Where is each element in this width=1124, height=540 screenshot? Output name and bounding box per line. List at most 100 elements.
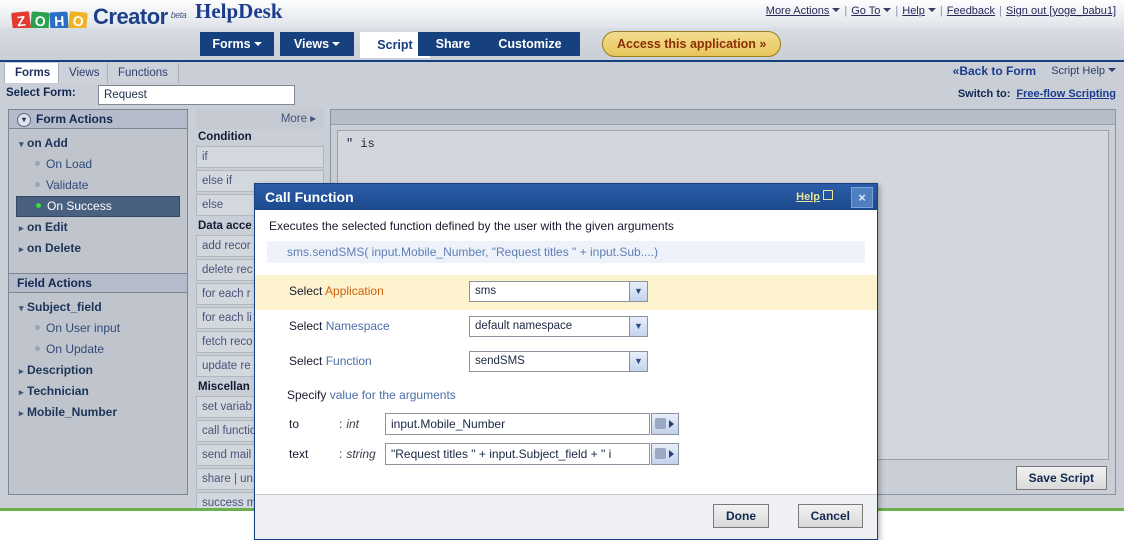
argument-value-input-to[interactable]: input.Mobile_Number — [385, 413, 650, 435]
chevron-down-icon[interactable]: ▼ — [629, 317, 647, 336]
sidebar-item-on-load[interactable]: On Load — [9, 154, 187, 175]
tab-share[interactable]: Share — [418, 32, 488, 56]
chevron-down-icon[interactable] — [832, 8, 841, 12]
dialog-title: Call Function — [265, 189, 354, 205]
item-label: On User input — [46, 321, 121, 335]
switch-to-label: Switch to: — [957, 88, 1011, 100]
back-to-form-link[interactable]: «Back to Form — [953, 64, 1036, 78]
cancel-button[interactable]: Cancel — [797, 504, 863, 528]
application-value: sms — [475, 285, 497, 297]
chevron-down-icon[interactable]: ▼ — [629, 352, 647, 371]
field-actions-title: Field Actions — [17, 276, 92, 290]
tab-forms[interactable]: Forms — [200, 32, 274, 56]
node-label: Technician — [27, 384, 89, 398]
node-label: on Delete — [27, 241, 82, 255]
node-label: on Edit — [27, 220, 68, 234]
collapsed-arrow-icon: ▸ — [19, 408, 24, 418]
sidebar-node-subject-field[interactable]: ▾ Subject_field — [9, 297, 187, 318]
link-sign-out[interactable]: Sign out [yoge_babu1] — [1006, 5, 1116, 17]
argument-name: to — [289, 417, 300, 431]
sidebar-item-validate[interactable]: Validate — [9, 175, 187, 196]
switch-to-group: Switch to: Free-flow Scripting — [958, 88, 1116, 100]
argument-picker-button-to[interactable] — [651, 413, 679, 435]
palette-more-button[interactable]: More ▸ — [196, 109, 324, 129]
subtab-functions[interactable]: Functions — [107, 63, 179, 83]
argument-row-to: to : int input.Mobile_Number — [255, 410, 877, 440]
bullet-icon — [35, 182, 40, 187]
link-go-to[interactable]: Go To — [851, 5, 880, 17]
dialog-footer: Done Cancel — [255, 494, 877, 539]
sidebar-node-on-add[interactable]: ▾ on Add — [9, 133, 187, 154]
chevron-down-icon — [1108, 68, 1116, 72]
access-application-button[interactable]: Access this application » — [602, 31, 782, 57]
select-form-label: Select Form: — [6, 87, 76, 99]
tab-views[interactable]: Views — [280, 32, 354, 56]
sidebar-node-technician[interactable]: ▸ Technician — [9, 381, 187, 402]
argument-value-input-text[interactable]: "Request titles " + input.Subject_field … — [385, 443, 650, 465]
form-actions-tree: ▾ on Add On Load Validate On Success ▸ on … — [9, 129, 187, 265]
chevron-down-icon[interactable] — [927, 8, 936, 12]
select-namespace-label: Select Namespace — [289, 319, 390, 333]
sidebar-item-on-update[interactable]: On Update — [9, 339, 187, 360]
argument-picker-button-text[interactable] — [651, 443, 679, 465]
field-actions-header[interactable]: Field Actions — [9, 273, 187, 293]
free-flow-scripting-link[interactable]: Free-flow Scripting — [1016, 88, 1116, 100]
page-body: ▾ Form Actions ▾ on Add On Load Validate O… — [0, 107, 1124, 540]
script-help-link[interactable]: Script Help — [1051, 65, 1116, 77]
field-row-function: Select Function sendSMS ▼ — [255, 345, 877, 380]
close-icon[interactable]: × — [851, 187, 873, 208]
subtab-views[interactable]: Views — [58, 63, 111, 83]
save-script-bar: Save Script — [1015, 466, 1107, 490]
tab-forms-label: Forms — [212, 37, 251, 51]
namespace-dropdown[interactable]: default namespace ▼ — [469, 316, 648, 337]
item-label: On Update — [46, 342, 105, 356]
select-form-row: Select Form: Request Switch to: Free-flow… — [0, 83, 1124, 108]
expanded-arrow-icon: ▾ — [19, 303, 24, 313]
sidebar-item-on-user-input[interactable]: On User input — [9, 318, 187, 339]
palette-category-condition: Condition — [198, 131, 252, 143]
sidebar-divider — [9, 265, 187, 273]
tab-views-label: Views — [293, 37, 330, 51]
dialog-help-label: Help — [796, 191, 820, 203]
call-function-dialog: Call Function Help × Executes the select… — [254, 183, 878, 540]
sidebar-node-on-delete[interactable]: ▸ on Delete — [9, 238, 187, 259]
dialog-help-link[interactable]: Help — [796, 184, 833, 210]
link-more-actions[interactable]: More Actions — [766, 5, 830, 17]
save-script-button[interactable]: Save Script — [1015, 466, 1107, 490]
argument-type-label: string — [346, 447, 376, 461]
function-dropdown[interactable]: sendSMS ▼ — [469, 351, 648, 372]
chevron-down-icon — [332, 42, 341, 46]
item-label: Validate — [46, 178, 89, 192]
bullet-icon — [36, 203, 41, 208]
subtab-forms[interactable]: Forms — [4, 63, 62, 83]
sidebar-node-mobile-number[interactable]: ▸ Mobile_Number — [9, 402, 187, 423]
form-actions-header[interactable]: ▾ Form Actions — [9, 110, 187, 129]
sidebar-node-description[interactable]: ▸ Description — [9, 360, 187, 381]
script-help-label: Script Help — [1051, 65, 1105, 77]
tab-customize[interactable]: Customize — [480, 32, 580, 56]
link-feedback[interactable]: Feedback — [947, 5, 995, 17]
namespace-value: default namespace — [475, 320, 573, 332]
chevron-down-icon[interactable]: ▼ — [629, 282, 647, 301]
label-emphasis: Function — [325, 354, 372, 368]
sidebar-item-on-success[interactable]: On Success — [16, 196, 180, 217]
collapse-toggle-icon[interactable]: ▾ — [17, 113, 31, 127]
top-links: More Actions | Go To | Help | Feedback | Sign ou… — [765, 5, 1116, 17]
item-label: On Success — [47, 199, 112, 213]
sub-tab-row: Forms Views Functions «Back to Form Scri… — [0, 62, 1124, 84]
insert-icon — [655, 448, 666, 459]
argument-type: : int — [339, 417, 360, 431]
done-button[interactable]: Done — [713, 504, 769, 528]
select-form-input[interactable]: Request — [98, 85, 295, 105]
specify-static: Specify — [287, 388, 327, 402]
beta-label: beta — [170, 10, 187, 20]
link-help[interactable]: Help — [902, 5, 925, 17]
select-application-label: Select Application — [289, 284, 384, 298]
collapsed-arrow-icon: ▸ — [19, 244, 24, 254]
node-label: Subject_field — [27, 300, 102, 314]
sidebar-node-on-edit[interactable]: ▸ on Edit — [9, 217, 187, 238]
application-dropdown[interactable]: sms ▼ — [469, 281, 648, 302]
arrow-right-icon — [669, 420, 674, 428]
chevron-down-icon[interactable] — [883, 8, 892, 12]
palette-item-if[interactable]: if — [196, 146, 324, 168]
